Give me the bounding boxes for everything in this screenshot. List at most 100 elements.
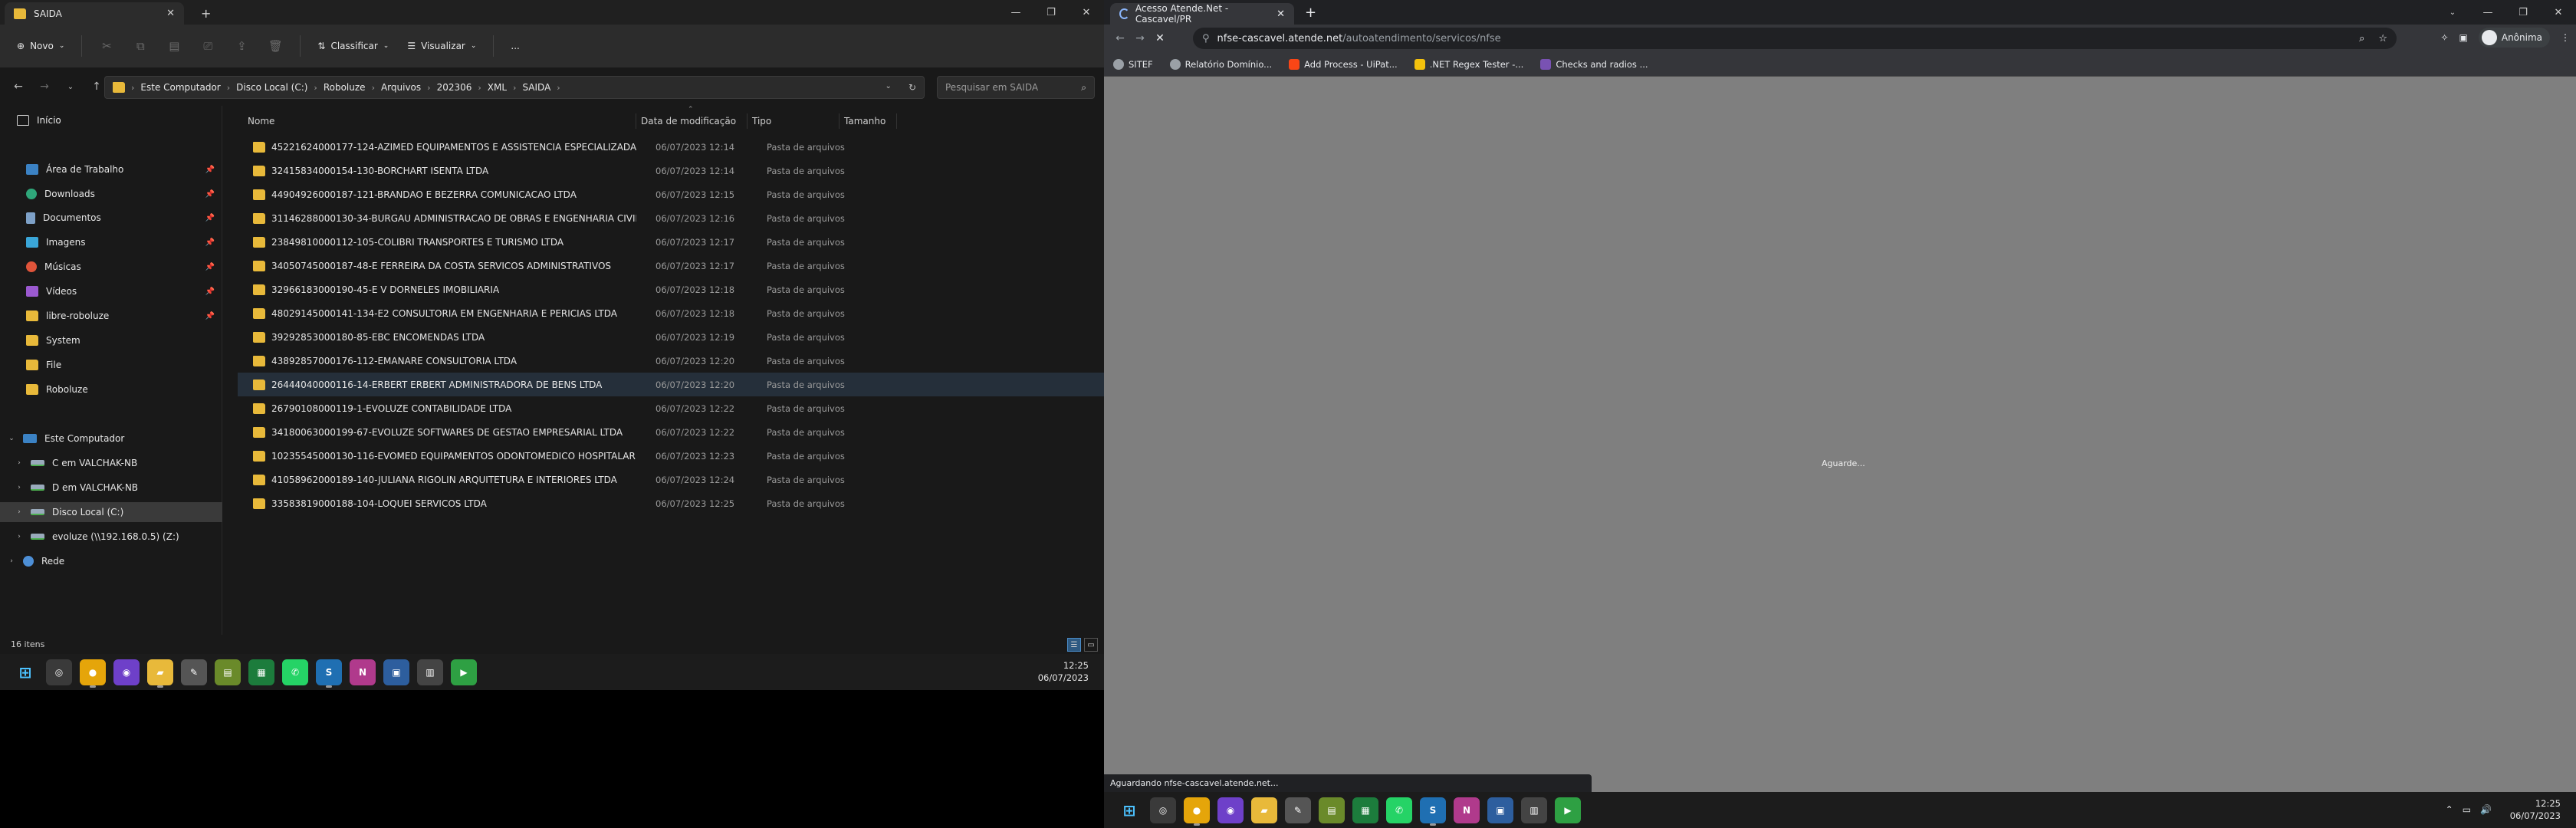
- file-explorer-icon[interactable]: ▰: [1251, 797, 1277, 823]
- file-explorer-icon[interactable]: ▰: [147, 659, 173, 688]
- cut-icon[interactable]: ✂: [91, 34, 122, 58]
- column-header-date[interactable]: Data de modificação: [641, 112, 736, 130]
- column-header-size[interactable]: Tamanho: [844, 112, 886, 130]
- uipath-icon[interactable]: S: [316, 659, 342, 688]
- file-row[interactable]: 31146288000130-34-BURGAU ADMINISTRACAO D…: [238, 206, 1119, 230]
- minimize-icon[interactable]: —: [998, 0, 1033, 25]
- sidebar-item-network[interactable]: › Rede: [0, 551, 222, 571]
- whatsapp-icon[interactable]: ✆: [282, 659, 308, 685]
- file-row[interactable]: 34180063000199-67-EVOLUZE SOFTWARES DE G…: [238, 420, 1119, 444]
- media-app-icon[interactable]: ▶: [1555, 797, 1581, 823]
- github-icon[interactable]: ◉: [113, 659, 140, 685]
- rename-icon[interactable]: ⎚: [192, 34, 223, 58]
- chevron-right-icon[interactable]: ›: [15, 459, 23, 467]
- bookmark-star-icon[interactable]: ☆: [2378, 33, 2387, 44]
- start-icon[interactable]: ⊞: [12, 659, 38, 685]
- close-icon[interactable]: ✕: [166, 8, 175, 19]
- file-row[interactable]: 23849810000112-105-COLIBRI TRANSPORTES E…: [238, 230, 1119, 254]
- sidebar-item-drive-d-remote[interactable]: › D em VALCHAK-NB: [0, 478, 222, 498]
- breadcrumb-item[interactable]: Este Computador: [140, 82, 220, 93]
- file-row[interactable]: 43892857000176-112-EMANARE CONSULTORIA L…: [238, 349, 1119, 373]
- tray-chevron-up-icon[interactable]: ⌃: [2446, 804, 2453, 815]
- file-row[interactable]: 34050745000187-48-E FERREIRA DA COSTA SE…: [238, 254, 1119, 278]
- sidebar-item-local-disk-c[interactable]: › Disco Local (C:): [0, 502, 222, 522]
- view-button[interactable]: ☰ Visualizar ⌄: [399, 36, 484, 56]
- close-window-icon[interactable]: ✕: [1069, 0, 1104, 25]
- sidebar-item-documents[interactable]: Documentos 📌: [0, 208, 222, 228]
- breadcrumb-item[interactable]: Disco Local (C:): [236, 82, 307, 93]
- onenote-icon[interactable]: N: [1454, 797, 1480, 823]
- close-icon[interactable]: ✕: [1276, 8, 1285, 20]
- breadcrumb-item[interactable]: Roboluze: [324, 82, 366, 93]
- back-arrow-icon[interactable]: ←: [1110, 28, 1130, 48]
- bookmark-regex-tester[interactable]: .NET Regex Tester -...: [1414, 58, 1523, 70]
- close-window-icon[interactable]: ✕: [2541, 0, 2576, 25]
- file-row[interactable]: 41058962000189-140-JULIANA RIGOLIN ARQUI…: [238, 468, 1119, 491]
- bookmark-relatorio-dominio[interactable]: Relatório Domínio...: [1169, 58, 1272, 70]
- minimize-icon[interactable]: —: [2470, 0, 2505, 25]
- stop-loading-icon[interactable]: ✕: [1150, 28, 1170, 48]
- copy-icon[interactable]: ⧉: [125, 34, 156, 58]
- sidebar-item-music[interactable]: Músicas 📌: [0, 257, 222, 277]
- zoom-icon[interactable]: ⌕: [2359, 33, 2364, 44]
- sidebar-item-roboluze[interactable]: Roboluze: [0, 380, 222, 399]
- volume-icon[interactable]: 🔊: [2480, 804, 2492, 815]
- browser-tab[interactable]: Acesso Atende.Net - Cascavel/PR ✕: [1110, 3, 1294, 25]
- column-divider[interactable]: [839, 113, 840, 129]
- breadcrumb-item[interactable]: SAIDA: [522, 82, 550, 93]
- more-options-button[interactable]: ...: [503, 36, 527, 56]
- document-app-icon[interactable]: ▤: [1319, 797, 1345, 823]
- chevron-right-icon[interactable]: ›: [15, 533, 23, 540]
- chrome-icon[interactable]: ●: [80, 659, 106, 688]
- maximize-icon[interactable]: ❐: [2505, 0, 2541, 25]
- start-icon[interactable]: ⊞: [1116, 797, 1142, 823]
- sidebar-item-desktop[interactable]: Área de Trabalho 📌: [0, 159, 222, 179]
- chevron-right-icon[interactable]: ›: [15, 508, 23, 516]
- sidebar-item-evoluze-z[interactable]: › evoluze (\\192.168.0.5) (Z:): [0, 527, 222, 547]
- notepad-icon[interactable]: ✎: [1285, 797, 1311, 823]
- chevron-right-icon[interactable]: ›: [15, 484, 23, 491]
- file-row[interactable]: 45221624000177-124-AZIMED EQUIPAMENTOS E…: [238, 135, 1119, 159]
- spreadsheet-icon[interactable]: ▦: [1352, 797, 1378, 823]
- paste-icon[interactable]: ▤: [159, 34, 189, 58]
- file-row[interactable]: 39292853000180-85-EBC ENCOMENDAS LTDA 06/…: [238, 325, 1119, 349]
- column-divider[interactable]: [747, 113, 748, 129]
- new-button[interactable]: ⊕ Novo ⌄: [9, 36, 72, 56]
- explorer-tab[interactable]: SAIDA ✕: [5, 2, 184, 25]
- forward-arrow-icon[interactable]: →: [34, 76, 55, 97]
- site-info-icon[interactable]: ⚲: [1202, 33, 1210, 44]
- delete-icon[interactable]: 🗑: [260, 34, 291, 58]
- address-bar[interactable]: › Este Computador › Disco Local (C:) › R…: [104, 76, 925, 99]
- chevron-right-icon[interactable]: ›: [8, 557, 15, 565]
- remote-desktop-icon[interactable]: ▣: [1487, 797, 1513, 823]
- breadcrumb-item[interactable]: 202306: [437, 82, 472, 93]
- sidebar-item-downloads[interactable]: Downloads 📌: [0, 184, 222, 204]
- address-bar[interactable]: ⚲ nfse-cascavel.atende.net/autoatendimen…: [1193, 28, 2397, 49]
- sidebar-item-videos[interactable]: Vídeos 📌: [0, 281, 222, 301]
- sidebar-item-drive-c-remote[interactable]: › C em VALCHAK-NB: [0, 453, 222, 473]
- bookmark-sitef[interactable]: SITEF: [1113, 58, 1153, 70]
- sidebar-item-system[interactable]: System: [0, 330, 222, 350]
- bookmark-uipath[interactable]: Add Process - UiPat...: [1289, 58, 1398, 70]
- network-status-icon[interactable]: ▭: [2463, 804, 2471, 815]
- spreadsheet-icon[interactable]: ▦: [248, 659, 274, 685]
- onenote-icon[interactable]: N: [350, 659, 376, 685]
- calculator-icon[interactable]: ▥: [417, 659, 443, 685]
- maximize-icon[interactable]: ❐: [1033, 0, 1069, 25]
- column-header-type[interactable]: Tipo: [752, 112, 771, 130]
- file-row[interactable]: 32415834000154-130-BORCHART ISENTA LTDA 0…: [238, 159, 1119, 182]
- new-tab-button[interactable]: +: [1305, 5, 1316, 21]
- document-app-icon[interactable]: ▤: [215, 659, 241, 685]
- back-arrow-icon[interactable]: ←: [8, 76, 29, 97]
- sidebar-item-libre-roboluze[interactable]: libre-roboluze 📌: [0, 306, 222, 326]
- details-view-icon[interactable]: ☰: [1067, 638, 1081, 652]
- file-row[interactable]: 32966183000190-45-E V DORNELES IMOBILIAR…: [238, 278, 1119, 301]
- browser-app-icon[interactable]: ◎: [46, 659, 72, 685]
- menu-kebab-icon[interactable]: ⋮: [2561, 32, 2570, 43]
- search-input[interactable]: [945, 82, 1068, 93]
- refresh-icon[interactable]: ↻: [909, 82, 916, 93]
- sidebar-item-this-pc[interactable]: ⌄ Este Computador: [0, 429, 222, 449]
- uipath-icon[interactable]: S: [1420, 797, 1446, 826]
- address-dropdown-icon[interactable]: ⌄: [886, 82, 892, 93]
- new-tab-button[interactable]: +: [201, 6, 211, 21]
